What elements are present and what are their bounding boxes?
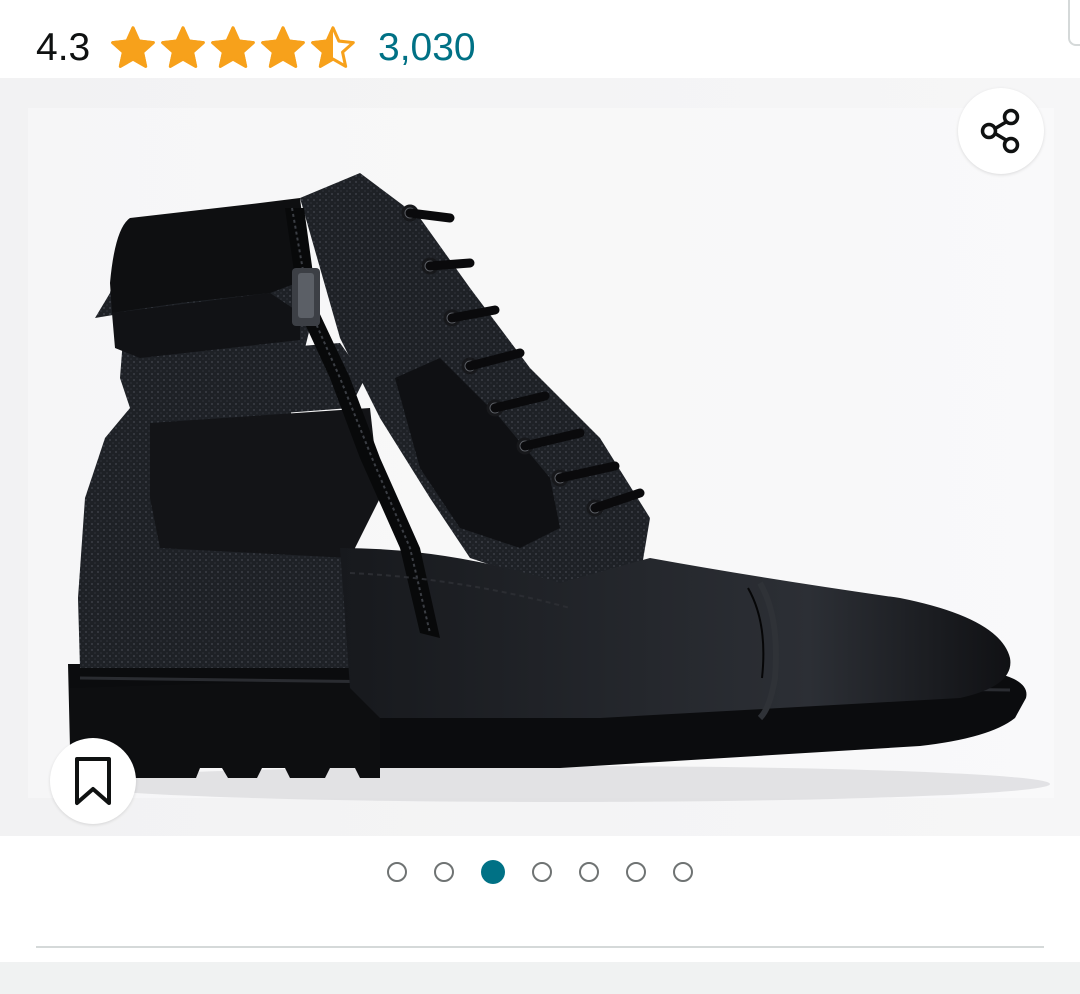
- star-full-icon: [161, 26, 205, 68]
- rating-count-link[interactable]: 3,030: [378, 24, 476, 72]
- section-spacer: [0, 962, 1080, 994]
- product-image-boot[interactable]: [0, 78, 1080, 836]
- star-full-icon: [211, 26, 255, 68]
- star-rating[interactable]: [110, 25, 356, 69]
- image-pagination: [0, 852, 1080, 892]
- star-full-icon: [261, 26, 305, 68]
- divider: [36, 946, 1044, 948]
- pagination-dot[interactable]: [579, 862, 599, 882]
- edge-marker: [1068, 0, 1080, 46]
- pagination-dot[interactable]: [387, 862, 407, 882]
- share-button[interactable]: [958, 88, 1044, 174]
- rating-bar: 4.3 3,030: [0, 0, 1080, 78]
- share-icon: [980, 108, 1020, 154]
- bookmark-icon: [75, 757, 111, 805]
- star-half-icon: [311, 26, 355, 68]
- pagination-dot[interactable]: [626, 862, 646, 882]
- rating-value: 4.3: [36, 26, 91, 69]
- pagination-dot-active[interactable]: [481, 860, 505, 884]
- pagination-dot[interactable]: [673, 862, 693, 882]
- star-full-icon: [111, 26, 155, 68]
- pagination-dot[interactable]: [434, 862, 454, 882]
- pagination-dot[interactable]: [532, 862, 552, 882]
- image-gallery[interactable]: [0, 78, 1080, 836]
- save-to-list-button[interactable]: [50, 738, 136, 824]
